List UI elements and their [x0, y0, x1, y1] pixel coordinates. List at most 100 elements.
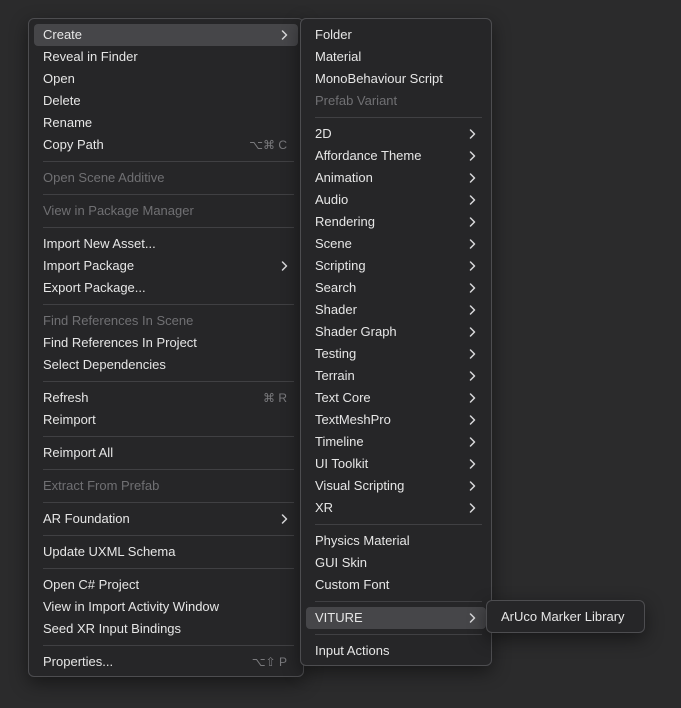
menu-item-label: Affordance Theme [315, 148, 422, 163]
menu-item-ar-foundation[interactable]: AR Foundation [34, 508, 298, 530]
menu-item-label: XR [315, 500, 334, 515]
chevron-right-icon [280, 30, 289, 40]
chevron-right-icon [468, 481, 477, 491]
menu-item-viture[interactable]: VITURE [306, 607, 486, 629]
menu-item-scene[interactable]: Scene [306, 233, 486, 255]
menu-item-monobehaviour-script[interactable]: MonoBehaviour Script [306, 68, 486, 90]
menu-item-view-in-import-activity-window[interactable]: View in Import Activity Window [34, 596, 298, 618]
menu-item-shader-graph[interactable]: Shader Graph [306, 321, 486, 343]
menu-item-properties[interactable]: Properties... ⌥⇧ P [34, 651, 298, 673]
menu-item-gui-skin[interactable]: GUI Skin [306, 552, 486, 574]
menu-item-text-core[interactable]: Text Core [306, 387, 486, 409]
menu-item-folder[interactable]: Folder [306, 24, 486, 46]
menu-item-ui-toolkit[interactable]: UI Toolkit [306, 453, 486, 475]
menu-item-seed-xr-input-bindings[interactable]: Seed XR Input Bindings [34, 618, 298, 640]
menu-item-animation[interactable]: Animation [306, 167, 486, 189]
menu-item-input-actions[interactable]: Input Actions [306, 640, 486, 662]
menu-item-label: Material [315, 49, 362, 64]
menu-item-view-in-package-manager: View in Package Manager [34, 200, 298, 222]
chevron-right-icon [468, 217, 477, 227]
menu-item-select-dependencies[interactable]: Select Dependencies [34, 354, 298, 376]
menu-item-reimport[interactable]: Reimport [34, 409, 298, 431]
menu-item-find-references-in-scene: Find References In Scene [34, 310, 298, 332]
menu-item-copy-path[interactable]: Copy Path ⌥⌘ C [34, 134, 298, 156]
menu-item-label: Open [43, 71, 75, 86]
chevron-right-icon [468, 503, 477, 513]
menu-item-label: View in Package Manager [43, 203, 194, 218]
menu-separator [43, 469, 294, 470]
menu-item-label: Shader Graph [315, 324, 397, 339]
menu-separator [43, 535, 294, 536]
menu-item-label: View in Import Activity Window [43, 599, 220, 614]
menu-item-import-new-asset[interactable]: Import New Asset... [34, 233, 298, 255]
chevron-right-icon [468, 613, 477, 623]
menu-item-label: UI Toolkit [315, 456, 369, 471]
context-menu: Create Reveal in Finder Open Delete Rename Co… [28, 18, 304, 677]
menu-item-label: Reimport All [43, 445, 114, 460]
menu-item-label: Audio [315, 192, 349, 207]
menu-item-timeline[interactable]: Timeline [306, 431, 486, 453]
menu-separator [43, 645, 294, 646]
chevron-right-icon [468, 437, 477, 447]
menu-item-label: Properties... [43, 654, 114, 669]
menu-item-label: Visual Scripting [315, 478, 405, 493]
menu-item-testing[interactable]: Testing [306, 343, 486, 365]
menu-item-label: GUI Skin [315, 555, 368, 570]
menu-item-reimport-all[interactable]: Reimport All [34, 442, 298, 464]
menu-item-extract-from-prefab: Extract From Prefab [34, 475, 298, 497]
menu-item-refresh[interactable]: Refresh ⌘ R [34, 387, 298, 409]
menu-item-2d[interactable]: 2D [306, 123, 486, 145]
menu-item-prefab-variant: Prefab Variant [306, 90, 486, 112]
menu-item-reveal-in-finder[interactable]: Reveal in Finder [34, 46, 298, 68]
menu-item-label: Testing [315, 346, 357, 361]
chevron-right-icon [468, 349, 477, 359]
menu-separator [43, 568, 294, 569]
menu-item-material[interactable]: Material [306, 46, 486, 68]
menu-item-terrain[interactable]: Terrain [306, 365, 486, 387]
menu-item-label: Scripting [315, 258, 366, 273]
chevron-right-icon [468, 195, 477, 205]
menu-item-find-references-in-project[interactable]: Find References In Project [34, 332, 298, 354]
menu-item-aruco-marker-library[interactable]: ArUco Marker Library [492, 606, 639, 628]
menu-item-label: Delete [43, 93, 81, 108]
menu-item-label: Open Scene Additive [43, 170, 165, 185]
chevron-right-icon [468, 371, 477, 381]
menu-item-scripting[interactable]: Scripting [306, 255, 486, 277]
menu-item-label: Rendering [315, 214, 375, 229]
menu-item-label: AR Foundation [43, 511, 130, 526]
menu-item-rendering[interactable]: Rendering [306, 211, 486, 233]
menu-item-label: Export Package... [43, 280, 146, 295]
menu-item-export-package[interactable]: Export Package... [34, 277, 298, 299]
menu-item-open-c-project[interactable]: Open C# Project [34, 574, 298, 596]
menu-item-delete[interactable]: Delete [34, 90, 298, 112]
menu-separator [43, 502, 294, 503]
menu-item-search[interactable]: Search [306, 277, 486, 299]
menu-item-open[interactable]: Open [34, 68, 298, 90]
menu-item-xr[interactable]: XR [306, 497, 486, 519]
menu-item-visual-scripting[interactable]: Visual Scripting [306, 475, 486, 497]
menu-item-create[interactable]: Create [34, 24, 298, 46]
chevron-right-icon [468, 151, 477, 161]
menu-item-label: Import New Asset... [43, 236, 156, 251]
menu-item-custom-font[interactable]: Custom Font [306, 574, 486, 596]
menu-item-import-package[interactable]: Import Package [34, 255, 298, 277]
chevron-right-icon [468, 415, 477, 425]
shortcut-hint: ⌘ R [263, 391, 287, 405]
menu-item-shader[interactable]: Shader [306, 299, 486, 321]
menu-item-textmeshpro[interactable]: TextMeshPro [306, 409, 486, 431]
menu-item-update-uxml-schema[interactable]: Update UXML Schema [34, 541, 298, 563]
menu-item-physics-material[interactable]: Physics Material [306, 530, 486, 552]
menu-item-affordance-theme[interactable]: Affordance Theme [306, 145, 486, 167]
menu-item-label: Timeline [315, 434, 364, 449]
menu-separator [315, 524, 482, 525]
menu-item-label: Import Package [43, 258, 135, 273]
viture-submenu: ArUco Marker Library [486, 600, 645, 633]
menu-item-label: Custom Font [315, 577, 390, 592]
menu-item-rename[interactable]: Rename [34, 112, 298, 134]
menu-separator [315, 117, 482, 118]
menu-item-label: Rename [43, 115, 93, 130]
menu-item-audio[interactable]: Audio [306, 189, 486, 211]
menu-item-label: Reimport [43, 412, 96, 427]
menu-item-label: Seed XR Input Bindings [43, 621, 182, 636]
menu-item-label: Text Core [315, 390, 371, 405]
